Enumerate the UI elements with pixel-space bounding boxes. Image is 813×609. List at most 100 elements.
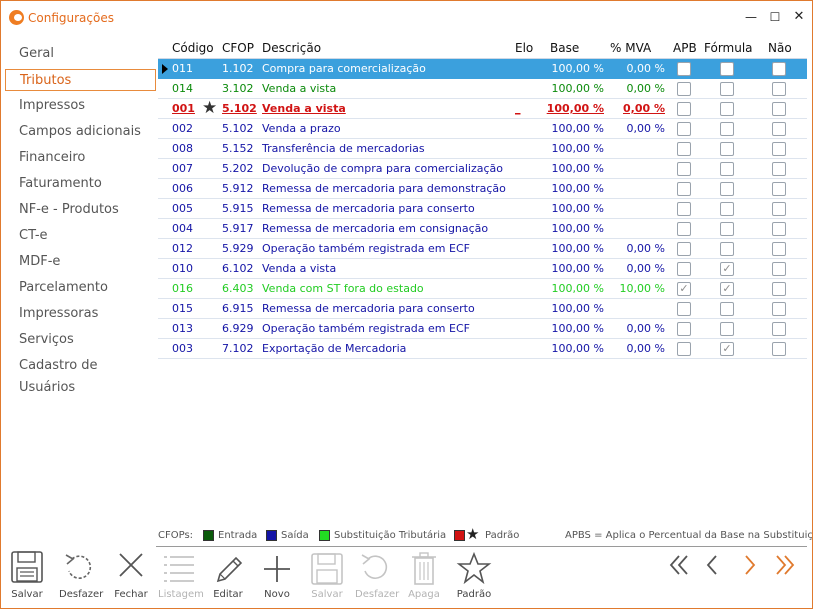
sidebar-item-cadastro-usuarios[interactable]: Cadastro de Usuários xyxy=(5,355,156,395)
sidebar-item-parcelamento[interactable]: Parcelamento xyxy=(5,277,156,299)
checkbox-formula[interactable]: ✓ xyxy=(720,282,734,296)
sidebar-item-nfe-produtos[interactable]: NF-e - Produtos xyxy=(5,199,156,221)
checkbox-apb[interactable] xyxy=(677,302,691,316)
checkbox-nao[interactable] xyxy=(772,142,786,156)
checkbox-apb[interactable] xyxy=(677,182,691,196)
checkbox-nao[interactable] xyxy=(772,202,786,216)
checkbox-formula[interactable] xyxy=(720,102,734,116)
sidebar-item-tributos[interactable]: Tributos xyxy=(5,69,156,91)
sidebar-item-financeiro[interactable]: Financeiro xyxy=(5,147,156,169)
checkbox-apb[interactable] xyxy=(677,242,691,256)
sidebar-item-cte[interactable]: CT-e xyxy=(5,225,156,247)
checkbox-nao[interactable] xyxy=(772,242,786,256)
checkbox-formula[interactable] xyxy=(720,302,734,316)
first-record-icon[interactable] xyxy=(667,553,691,577)
sidebar-item-geral[interactable]: Geral xyxy=(5,43,156,65)
checkbox-formula[interactable] xyxy=(720,222,734,236)
editar-button[interactable]: Editar xyxy=(208,549,248,605)
checkbox-nao[interactable] xyxy=(772,162,786,176)
checkbox-nao[interactable] xyxy=(772,122,786,136)
column-header-formula[interactable]: Fórmula xyxy=(704,41,753,55)
checkbox-apb[interactable] xyxy=(677,162,691,176)
checkbox-nao[interactable] xyxy=(772,82,786,96)
table-row[interactable]: 010 6.102 Venda a vista 100,00 % 0,00 % ✓ xyxy=(158,259,807,279)
table-row[interactable]: 007 5.202 Devolução de compra para comerci… xyxy=(158,159,807,179)
checkbox-formula[interactable] xyxy=(720,122,734,136)
checkbox-formula[interactable] xyxy=(720,142,734,156)
checkbox-apb[interactable] xyxy=(677,82,691,96)
column-header-cfop[interactable]: CFOP xyxy=(222,41,254,55)
column-header-elo[interactable]: Elo xyxy=(515,41,533,55)
checkbox-nao[interactable] xyxy=(772,262,786,276)
sidebar-item-servicos[interactable]: Serviços xyxy=(5,329,156,351)
novo-button[interactable]: Novo xyxy=(257,549,297,605)
toolbar-salvar-button[interactable]: Salvar xyxy=(307,549,347,605)
table-row[interactable]: 004 5.917 Remessa de mercadoria em consign… xyxy=(158,219,807,239)
column-header-nao[interactable]: Não xyxy=(768,41,792,55)
sidebar-item-faturamento[interactable]: Faturamento xyxy=(5,173,156,195)
salvar-button[interactable]: Salvar xyxy=(7,549,47,605)
checkbox-nao[interactable] xyxy=(772,182,786,196)
checkbox-nao[interactable] xyxy=(772,62,786,76)
checkbox-formula[interactable]: ✓ xyxy=(720,262,734,276)
table-row[interactable]: 008 5.152 Transferência de mercadorias 100,… xyxy=(158,139,807,159)
table-row[interactable]: 014 3.102 Venda a vista 100,00 % 0,00 % xyxy=(158,79,807,99)
checkbox-nao[interactable] xyxy=(772,342,786,356)
checkbox-apb[interactable] xyxy=(677,62,691,76)
checkbox-formula[interactable] xyxy=(720,62,734,76)
checkbox-formula[interactable] xyxy=(720,202,734,216)
checkbox-apb[interactable] xyxy=(677,222,691,236)
table-row[interactable]: 011 1.102 Compra para comercialização 100,0… xyxy=(158,59,807,79)
checkbox-formula[interactable] xyxy=(720,82,734,96)
table-row[interactable]: 003 7.102 Exportação de Mercadoria 100,00 %… xyxy=(158,339,807,359)
column-header-descricao[interactable]: Descrição xyxy=(262,41,321,55)
maximize-button[interactable]: ☐ xyxy=(765,7,785,27)
apaga-button[interactable]: Apaga xyxy=(404,549,444,605)
checkbox-nao[interactable] xyxy=(772,302,786,316)
minimize-button[interactable]: — xyxy=(741,7,761,27)
checkbox-nao[interactable] xyxy=(772,322,786,336)
column-header-base[interactable]: Base xyxy=(550,41,579,55)
checkbox-apb[interactable] xyxy=(677,102,691,116)
checkbox-formula[interactable] xyxy=(720,322,734,336)
close-window-button[interactable]: ✕ xyxy=(789,7,809,27)
checkbox-nao[interactable] xyxy=(772,282,786,296)
listagem-button[interactable]: Listagem xyxy=(158,549,204,605)
next-record-icon[interactable] xyxy=(737,553,761,577)
table-row[interactable]: 005 5.915 Remessa de mercadoria para conse… xyxy=(158,199,807,219)
table-row[interactable]: 012 5.929 Operação também registrada em EC… xyxy=(158,239,807,259)
checkbox-formula[interactable] xyxy=(720,182,734,196)
checkbox-formula[interactable] xyxy=(720,162,734,176)
checkbox-apb[interactable] xyxy=(677,322,691,336)
checkbox-nao[interactable] xyxy=(772,222,786,236)
table-row[interactable]: 006 5.912 Remessa de mercadoria para demon… xyxy=(158,179,807,199)
checkbox-apb[interactable] xyxy=(677,262,691,276)
table-row[interactable]: 015 6.915 Remessa de mercadoria para conse… xyxy=(158,299,807,319)
toolbar-divider xyxy=(156,546,807,547)
table-row[interactable]: 002 5.102 Venda a prazo 100,00 % 0,00 % xyxy=(158,119,807,139)
checkbox-apb[interactable] xyxy=(677,342,691,356)
table-row[interactable]: 013 6.929 Operação também registrada em EC… xyxy=(158,319,807,339)
sidebar-item-mdfe[interactable]: MDF-e xyxy=(5,251,156,273)
checkbox-nao[interactable] xyxy=(772,102,786,116)
column-header-codigo[interactable]: Código xyxy=(172,41,214,55)
column-header-apb[interactable]: APB xyxy=(673,41,697,55)
checkbox-apb[interactable]: ✓ xyxy=(677,282,691,296)
toolbar-desfazer-button[interactable]: Desfazer xyxy=(355,549,399,605)
padrao-button[interactable]: Padrão xyxy=(453,549,495,605)
column-header-mva[interactable]: % MVA xyxy=(610,41,651,55)
sidebar-item-campos-adicionais[interactable]: Campos adicionais xyxy=(5,121,156,143)
checkbox-formula[interactable]: ✓ xyxy=(720,342,734,356)
checkbox-apb[interactable] xyxy=(677,142,691,156)
last-record-icon[interactable] xyxy=(773,553,797,577)
table-row[interactable]: ★ 001 5.102 Venda a vista _ 100,00 % 0,00 % xyxy=(158,99,807,119)
checkbox-apb[interactable] xyxy=(677,202,691,216)
sidebar-item-impressoras[interactable]: Impressoras xyxy=(5,303,156,325)
checkbox-formula[interactable] xyxy=(720,242,734,256)
checkbox-apb[interactable] xyxy=(677,122,691,136)
previous-record-icon[interactable] xyxy=(701,553,725,577)
sidebar-item-impressos[interactable]: Impressos xyxy=(5,95,156,117)
desfazer-button[interactable]: Desfazer xyxy=(59,549,103,605)
table-row[interactable]: 016 6.403 Venda com ST fora do estado 100,0… xyxy=(158,279,807,299)
fechar-button[interactable]: Fechar xyxy=(111,549,151,605)
